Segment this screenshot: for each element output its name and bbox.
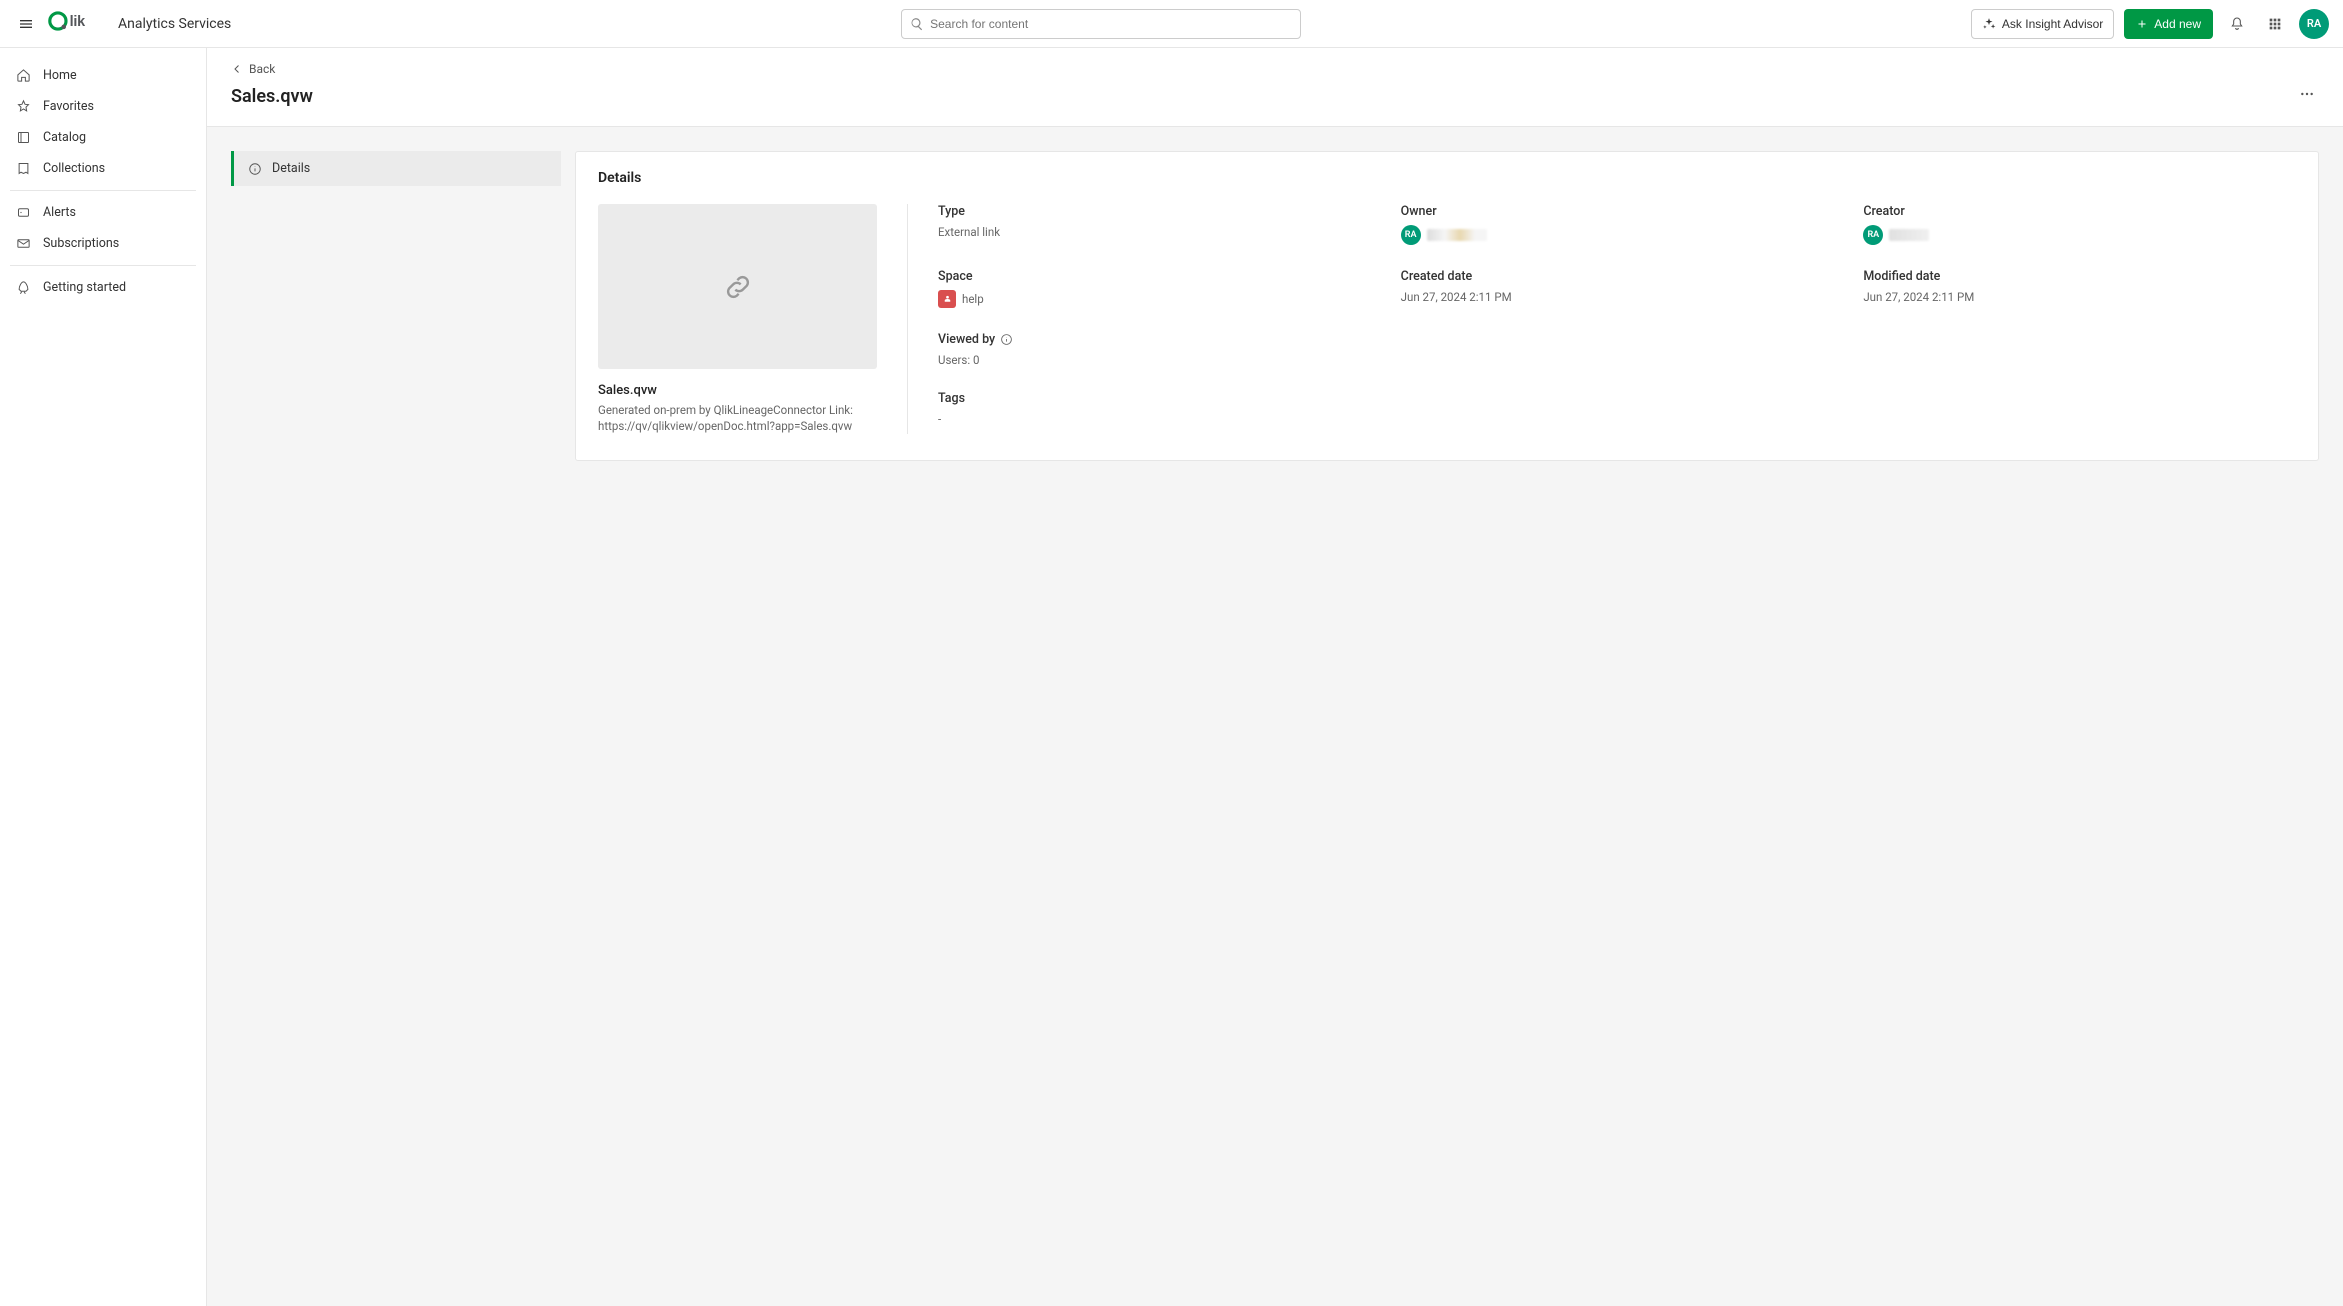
sidebar-item-label: Favorites <box>43 99 94 114</box>
field-type: Type External link <box>938 204 1371 245</box>
modified-value: Jun 27, 2024 2:11 PM <box>1863 290 2296 304</box>
sidebar-divider <box>10 265 196 266</box>
type-value: External link <box>938 225 1371 239</box>
sidebar-item-home[interactable]: Home <box>10 60 196 91</box>
alerts-icon <box>16 205 31 220</box>
search-input[interactable] <box>930 17 1292 31</box>
field-modified: Modified date Jun 27, 2024 2:11 PM <box>1863 269 2296 308</box>
menu-icon <box>18 16 34 32</box>
left-sidebar: Home Favorites Catalog Collections Alert… <box>0 48 207 1306</box>
space-icon <box>938 290 956 308</box>
sidebar-item-getting-started[interactable]: Getting started <box>10 272 196 303</box>
sidebar-item-alerts[interactable]: Alerts <box>10 197 196 228</box>
main-content: Back Sales.qvw Details Details <box>207 48 2343 1306</box>
panel-title: Details <box>598 170 2296 186</box>
field-space: Space help <box>938 269 1371 308</box>
user-avatar[interactable]: RA <box>2299 9 2329 39</box>
bell-icon <box>2229 16 2245 32</box>
qlik-logo[interactable]: lik <box>48 10 102 37</box>
dots-horizontal-icon <box>2299 86 2315 102</box>
sidebar-item-collections[interactable]: Collections <box>10 153 196 184</box>
ask-insight-advisor-button[interactable]: Ask Insight Advisor <box>1971 9 2114 39</box>
plus-icon <box>2136 18 2148 30</box>
link-icon <box>722 271 754 303</box>
created-value: Jun 27, 2024 2:11 PM <box>1401 290 1834 304</box>
owner-name-redacted <box>1427 229 1487 241</box>
svg-text:lik: lik <box>70 14 87 30</box>
tags-value: - <box>938 412 1371 426</box>
field-created: Created date Jun 27, 2024 2:11 PM <box>1401 269 1834 308</box>
owner-avatar: RA <box>1401 225 1421 245</box>
viewed-by-label: Viewed by <box>938 332 1371 347</box>
mail-icon <box>16 236 31 251</box>
apps-launcher-button[interactable] <box>2261 10 2289 38</box>
grid-icon <box>2267 16 2283 32</box>
details-panel: Details Sales.qvw Generated on-prem by Q… <box>575 151 2319 461</box>
field-creator: Creator RA <box>1863 204 2296 245</box>
catalog-icon <box>16 130 31 145</box>
sidebar-item-label: Alerts <box>43 205 76 220</box>
creator-avatar: RA <box>1863 225 1883 245</box>
search-icon <box>910 17 924 31</box>
shared-space-icon <box>942 294 953 305</box>
info-icon <box>248 162 262 176</box>
qlik-logo-svg: lik <box>48 10 102 32</box>
creator-label: Creator <box>1863 204 2296 219</box>
sidebar-item-label: Subscriptions <box>43 236 119 251</box>
type-label: Type <box>938 204 1371 219</box>
chevron-left-icon <box>231 63 243 75</box>
created-label: Created date <box>1401 269 1834 284</box>
sidebar-item-label: Collections <box>43 161 105 176</box>
sparkle-icon <box>1982 17 1996 31</box>
viewed-value: Users: 0 <box>938 353 1371 367</box>
item-description: Generated on-prem by QlikLineageConnecto… <box>598 402 877 434</box>
add-new-button[interactable]: Add new <box>2124 9 2213 39</box>
top-header: lik Analytics Services Ask Insight Advis… <box>0 0 2343 48</box>
sidebar-item-label: Catalog <box>43 130 86 145</box>
modified-label: Modified date <box>1863 269 2296 284</box>
space-label: Space <box>938 269 1371 284</box>
owner-label: Owner <box>1401 204 1834 219</box>
item-title: Sales.qvw <box>598 383 877 398</box>
page-header: Back Sales.qvw <box>207 48 2343 127</box>
home-icon <box>16 68 31 83</box>
back-button[interactable]: Back <box>231 62 2319 76</box>
sidebar-item-favorites[interactable]: Favorites <box>10 91 196 122</box>
sidebar-item-subscriptions[interactable]: Subscriptions <box>10 228 196 259</box>
more-actions-button[interactable] <box>2295 82 2319 110</box>
tab-details[interactable]: Details <box>231 151 561 186</box>
sidebar-item-label: Getting started <box>43 280 126 295</box>
product-title: Analytics Services <box>118 16 231 32</box>
page-title: Sales.qvw <box>231 86 313 107</box>
info-icon[interactable] <box>1000 333 1013 346</box>
tab-label: Details <box>272 161 310 176</box>
item-thumbnail <box>598 204 877 369</box>
notifications-button[interactable] <box>2223 10 2251 38</box>
field-owner: Owner RA <box>1401 204 1834 245</box>
hamburger-menu[interactable] <box>14 12 38 36</box>
creator-name-redacted <box>1889 229 1929 241</box>
rocket-icon <box>16 280 31 295</box>
field-tags: Tags - <box>938 391 1371 426</box>
star-icon <box>16 99 31 114</box>
sidebar-divider <box>10 190 196 191</box>
tags-label: Tags <box>938 391 1371 406</box>
collections-icon <box>16 161 31 176</box>
sidebar-item-label: Home <box>43 68 77 83</box>
field-viewed-by: Viewed by Users: 0 <box>938 332 1371 367</box>
sidebar-item-catalog[interactable]: Catalog <box>10 122 196 153</box>
detail-tabs: Details <box>231 151 561 186</box>
space-value[interactable]: help <box>962 292 984 306</box>
search-box[interactable] <box>901 9 1301 39</box>
